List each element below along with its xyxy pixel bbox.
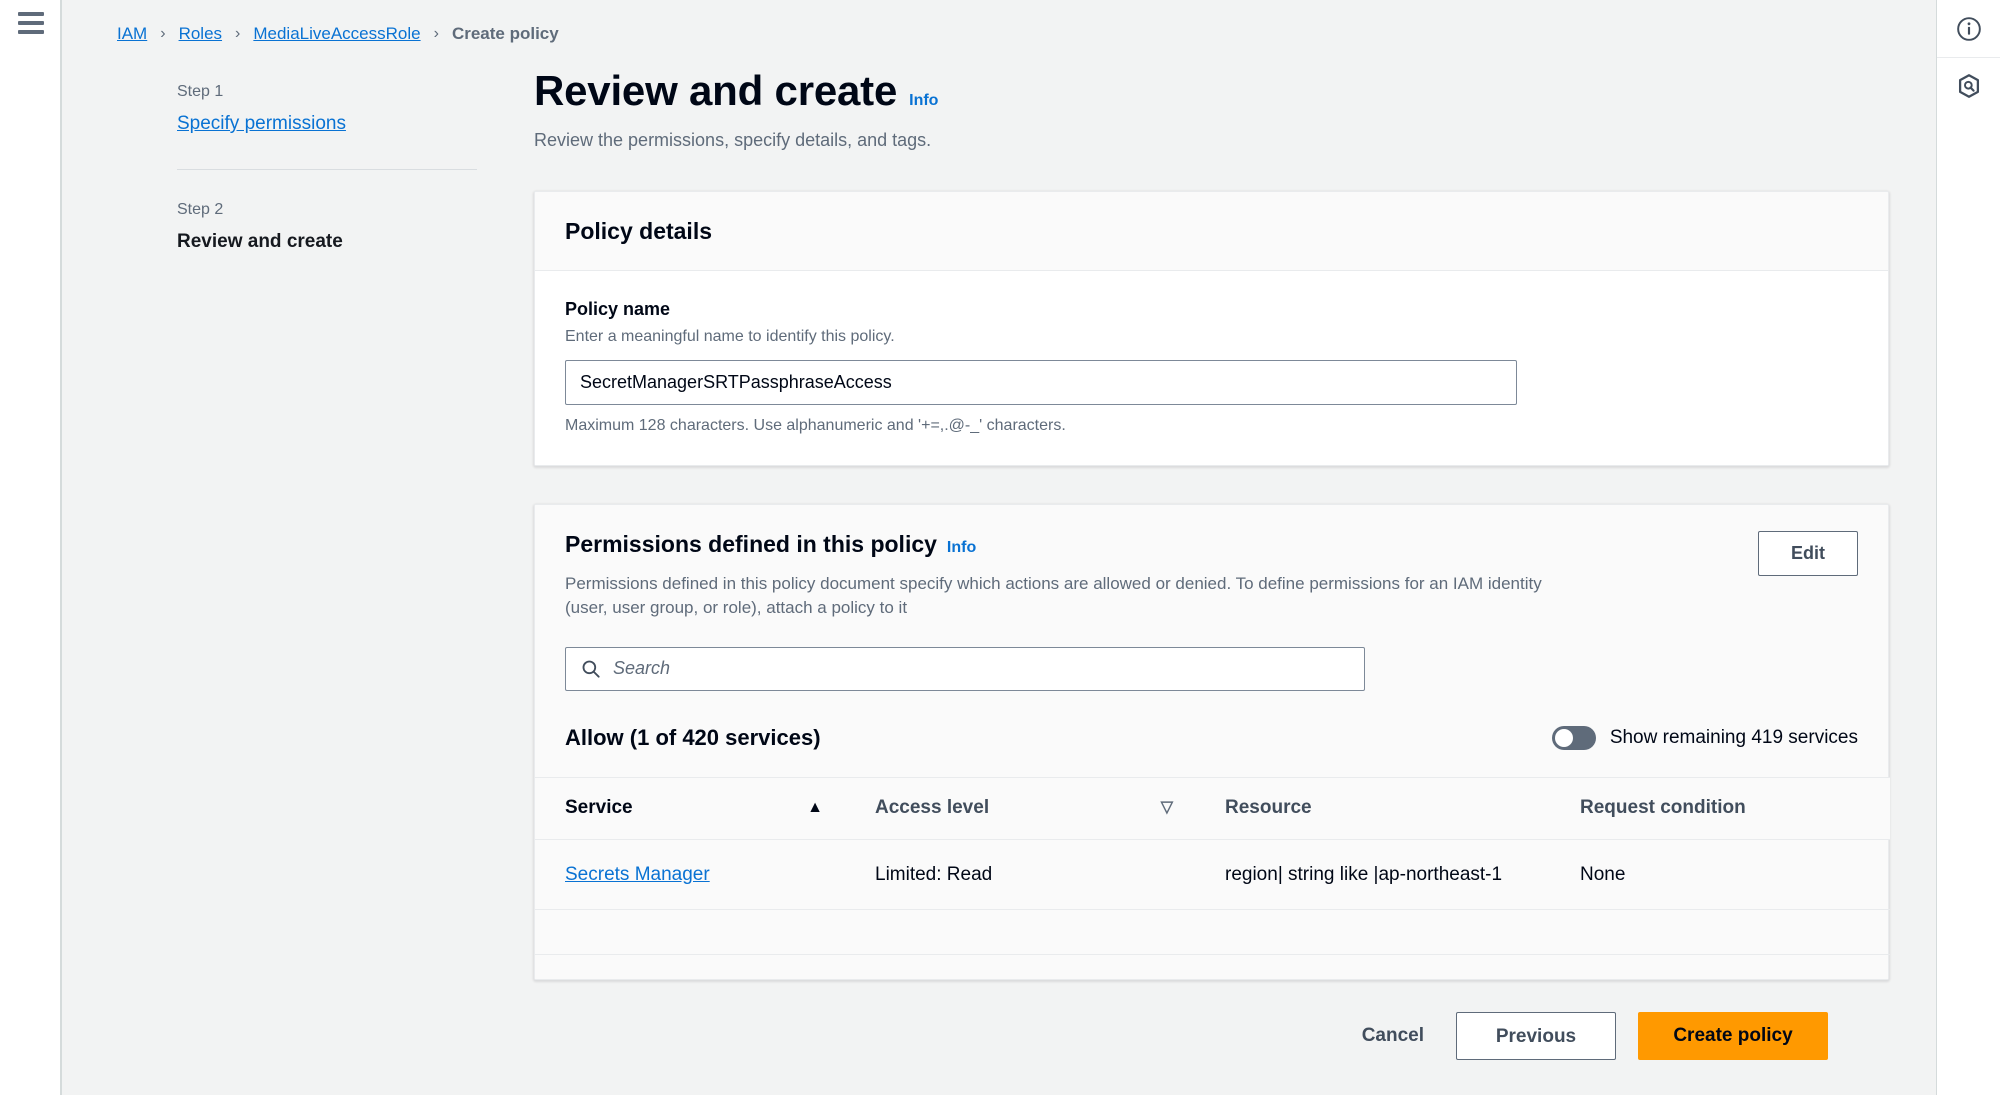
show-remaining-services-label: Show remaining 419 services: [1609, 726, 1858, 748]
breadcrumb-item-role[interactable]: MediaLiveAccessRole: [253, 24, 420, 44]
page-info-link[interactable]: Info: [909, 92, 938, 110]
breadcrumb-separator: ›: [160, 25, 166, 42]
policy-details-title: Policy details: [565, 218, 713, 245]
info-panel-toggle[interactable]: [1937, 0, 2000, 57]
breadcrumb-item-current: Create policy: [451, 24, 559, 43]
wizard-step-1: Step 1 Specify permissions: [177, 82, 487, 135]
toggle-track: [1551, 725, 1596, 750]
permissions-info-link[interactable]: Info: [947, 539, 976, 557]
policy-details-card-body: Policy name Enter a meaningful name to i…: [535, 270, 1888, 465]
toggle-knob: [1554, 728, 1573, 747]
cell-resource: region| string like |ap-northeast-1: [1195, 839, 1550, 911]
sort-ascending-icon: ▲: [807, 799, 823, 817]
breadcrumb-item-roles[interactable]: Roles: [179, 24, 222, 44]
wizard-steps: Step 1 Specify permissions Step 2 Review…: [177, 82, 487, 253]
hamburger-bar: [18, 21, 44, 25]
column-header-service-label: Service: [565, 797, 633, 819]
policy-name-input[interactable]: [565, 359, 1517, 405]
previous-button[interactable]: Previous: [1456, 1012, 1616, 1060]
cell-service: Secrets Manager: [535, 839, 845, 911]
service-link-secrets-manager[interactable]: Secrets Manager: [565, 864, 710, 885]
policy-details-card-header: Policy details: [535, 192, 1888, 271]
breadcrumb-separator: ›: [433, 25, 439, 42]
step-2-number: Step 2: [177, 201, 224, 219]
create-policy-button[interactable]: Create policy: [1638, 1012, 1828, 1060]
search-input[interactable]: [565, 646, 1365, 691]
hamburger-bar: [18, 12, 44, 16]
column-header-resource[interactable]: Resource: [1195, 776, 1550, 840]
column-header-resource-label: Resource: [1225, 797, 1312, 819]
right-tool-rail: [1936, 0, 2000, 1095]
sort-descending-icon: ▽: [1160, 799, 1173, 817]
create-policy-page: IAM › Roles › MediaLiveAccessRole › Crea…: [0, 0, 2000, 1095]
permissions-search: [565, 646, 1365, 691]
breadcrumb-item-iam[interactable]: IAM: [117, 24, 147, 44]
info-circle-icon: [1956, 16, 1982, 42]
breadcrumb: IAM › Roles › MediaLiveAccessRole › Crea…: [117, 24, 559, 44]
policy-details-card: Policy details Policy name Enter a meani…: [534, 191, 1889, 466]
page-subtitle: Review the permissions, specify details,…: [534, 130, 932, 151]
wizard-step-divider: [177, 169, 477, 171]
wizard-step-2: Step 2 Review and create: [177, 200, 487, 253]
allow-summary-row: Allow (1 of 420 services) Show remaining…: [565, 725, 1858, 751]
wizard-footer-actions: Cancel Previous Create policy: [1352, 1012, 1828, 1060]
cell-access-level: Limited: Read: [845, 839, 1195, 911]
table-row: Secrets Manager Limited: Read region| st…: [535, 839, 1890, 911]
policy-name-hint: Enter a meaningful name to identify this…: [565, 327, 895, 345]
sidebar-item-review-and-create[interactable]: Review and create: [177, 231, 487, 253]
hamburger-menu-icon[interactable]: [18, 12, 44, 34]
column-header-access-level[interactable]: Access level ▽: [845, 776, 1195, 840]
policy-name-footnote: Maximum 128 characters. Use alphanumeric…: [565, 416, 1066, 434]
cell-request-condition: None: [1550, 839, 1890, 911]
page-title-row: Review and create Info: [534, 67, 1889, 114]
main-content: Review and create Info Review the permis…: [534, 67, 1890, 981]
column-header-service[interactable]: Service ▲: [535, 776, 845, 840]
assistant-panel-toggle[interactable]: [1937, 57, 2000, 114]
permissions-title: Permissions defined in this policy: [565, 530, 937, 557]
hamburger-bar: [18, 30, 44, 34]
table-row-spacer: [535, 909, 1890, 956]
aws-q-hexagon-icon: [1956, 73, 1982, 99]
step-1-number: Step 1: [177, 83, 224, 100]
sidebar-item-specify-permissions[interactable]: Specify permissions: [177, 113, 346, 135]
permissions-card: Permissions defined in this policy Info …: [534, 503, 1890, 981]
permissions-table-wrap: Service ▲ Access level ▽ Resource Reques…: [535, 776, 1890, 956]
column-header-request-condition-label: Request condition: [1580, 797, 1746, 819]
show-remaining-services-toggle[interactable]: Show remaining 419 services: [1551, 725, 1858, 750]
policy-name-label: Policy name: [565, 298, 671, 319]
column-header-request-condition[interactable]: Request condition: [1550, 776, 1890, 840]
permissions-card-header: Permissions defined in this policy Info …: [535, 504, 1890, 980]
allow-heading: Allow (1 of 420 services): [565, 724, 821, 750]
edit-button[interactable]: Edit: [1758, 530, 1858, 576]
cancel-button[interactable]: Cancel: [1352, 1014, 1434, 1059]
table-row-spacer-cell: [535, 909, 1890, 956]
breadcrumb-separator: ›: [235, 25, 241, 42]
permissions-description: Permissions defined in this policy docum…: [565, 573, 1542, 618]
page-canvas: IAM › Roles › MediaLiveAccessRole › Crea…: [62, 0, 1936, 1095]
column-header-access-level-label: Access level: [875, 797, 990, 819]
permissions-table: Service ▲ Access level ▽ Resource Reques…: [535, 776, 1890, 956]
page-title: Review and create: [534, 67, 898, 114]
table-header-row: Service ▲ Access level ▽ Resource Reques…: [535, 776, 1890, 840]
left-nav-rail: [0, 0, 62, 1095]
